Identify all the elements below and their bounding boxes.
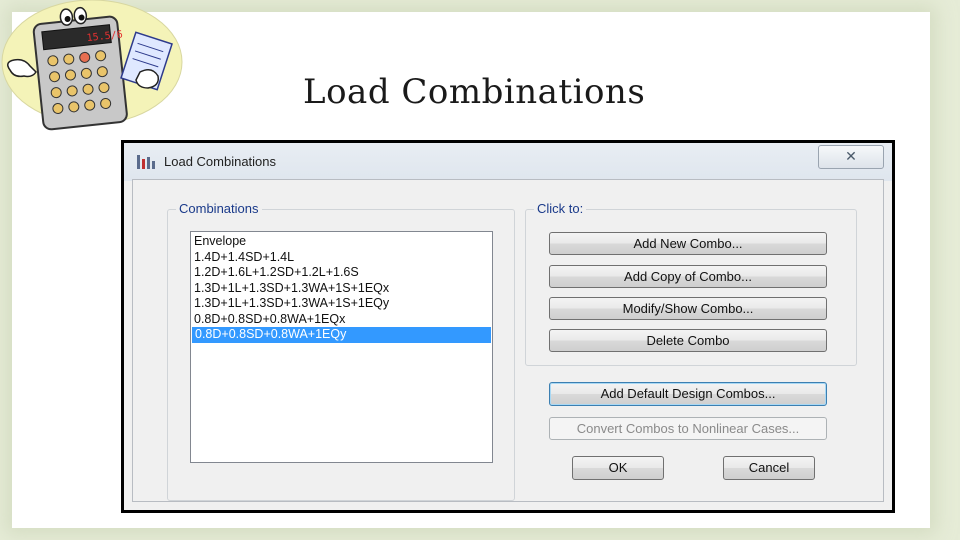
add-default-design-combos-button[interactable]: Add Default Design Combos... [549, 382, 827, 406]
delete-combo-button[interactable]: Delete Combo [549, 329, 827, 352]
combinations-listbox[interactable]: Envelope 1.4D+1.4SD+1.4L 1.2D+1.6L+1.2SD… [190, 231, 493, 463]
combinations-group: Combinations Envelope 1.4D+1.4SD+1.4L 1.… [167, 201, 515, 501]
list-item[interactable]: 0.8D+0.8SD+0.8WA+1EQx [191, 312, 492, 328]
calculator-mascot-logo: 15.5/6 [0, 0, 190, 140]
add-copy-of-combo-button[interactable]: Add Copy of Combo... [549, 265, 827, 288]
load-combinations-dialog: Load Combinations ✕ Combinations Envelop… [121, 140, 895, 513]
modify-show-combo-button[interactable]: Modify/Show Combo... [549, 297, 827, 320]
click-to-group-label: Click to: [534, 201, 587, 216]
list-item[interactable]: 1.3D+1L+1.3SD+1.3WA+1S+1EQx [191, 281, 492, 297]
convert-combos-to-nonlinear-button[interactable]: Convert Combos to Nonlinear Cases... [549, 417, 827, 440]
list-item[interactable]: 1.2D+1.6L+1.2SD+1.2L+1.6S [191, 265, 492, 281]
cancel-button[interactable]: Cancel [723, 456, 815, 480]
list-item-selected[interactable]: 0.8D+0.8SD+0.8WA+1EQy [192, 327, 491, 343]
list-item[interactable]: Envelope [191, 234, 492, 250]
dialog-titlebar[interactable]: Load Combinations ✕ [124, 143, 892, 181]
dialog-client-area: Combinations Envelope 1.4D+1.4SD+1.4L 1.… [132, 179, 884, 502]
close-icon: ✕ [845, 148, 857, 164]
dialog-title: Load Combinations [164, 154, 277, 169]
app-icon [136, 153, 156, 171]
list-item[interactable]: 1.3D+1L+1.3SD+1.3WA+1S+1EQy [191, 296, 492, 312]
dialog-window: Load Combinations ✕ Combinations Envelop… [124, 143, 892, 510]
combinations-group-label: Combinations [176, 201, 262, 216]
list-item[interactable]: 1.4D+1.4SD+1.4L [191, 250, 492, 266]
slide-title: Load Combinations [303, 72, 646, 112]
ok-button[interactable]: OK [572, 456, 664, 480]
add-new-combo-button[interactable]: Add New Combo... [549, 232, 827, 255]
close-button[interactable]: ✕ [818, 145, 884, 169]
